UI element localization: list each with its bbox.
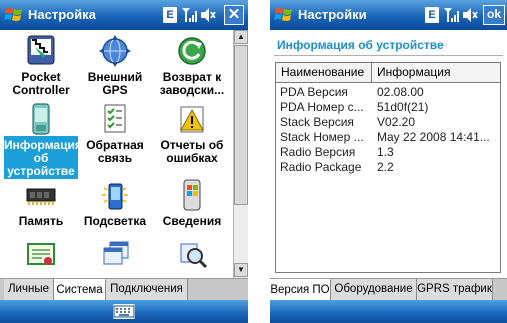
- edge-network-indicator[interactable]: E: [425, 7, 439, 23]
- cell-value: May 22 2008 14:41...: [377, 130, 490, 144]
- column-header-info[interactable]: Информация: [372, 63, 500, 82]
- table-row[interactable]: Stack Версия V02.20: [276, 115, 500, 130]
- memory-chip-icon: [26, 188, 56, 205]
- info-tabs: Версия ПО Оборудование GPRS трафик: [270, 278, 507, 300]
- grid-item-about[interactable]: Сведения: [155, 178, 229, 229]
- cell-value: 02.08.00: [377, 85, 424, 99]
- cell-name: Stack Номер ...: [280, 130, 364, 144]
- tab-gprs-traffic[interactable]: GPRS трафик: [417, 279, 493, 300]
- title-bar: Настройка E ✕: [0, 0, 248, 30]
- grid-item-memory[interactable]: Память: [4, 178, 78, 229]
- grid-item-label: Pocket Controller: [12, 70, 70, 97]
- tab-personal[interactable]: Личные: [4, 279, 54, 300]
- windows-start-icon[interactable]: [274, 5, 294, 25]
- grid-item-device-info[interactable]: Информация об устройстве: [4, 102, 82, 179]
- windows-start-icon[interactable]: [4, 5, 24, 25]
- grid-item-label: Обратная связь: [86, 138, 144, 165]
- volume-icon[interactable]: [462, 7, 478, 23]
- tab-hardware[interactable]: Оборудование: [331, 279, 417, 300]
- cell-value: 2.2: [377, 160, 394, 174]
- factory-reset-icon: [178, 37, 206, 65]
- signal-strength-icon[interactable]: [443, 7, 459, 23]
- grid-item-backlight[interactable]: Подсветка: [78, 178, 152, 229]
- backlight-icon: [102, 183, 128, 210]
- grid-item-search[interactable]: [155, 238, 229, 276]
- window-title: Настройка: [28, 7, 96, 22]
- tab-connections[interactable]: Подключения: [106, 279, 188, 300]
- about-windows-icon: [183, 179, 201, 211]
- grid-item-label: Возврат к заводски...: [159, 70, 225, 97]
- scroll-up-button[interactable]: ▲: [234, 30, 248, 44]
- grid-item-label: Подсветка: [83, 214, 147, 228]
- scroll-down-button[interactable]: ▼: [234, 263, 248, 277]
- grid-item-external-gps[interactable]: Внешний GPS: [78, 34, 152, 98]
- cell-name: Radio Package: [280, 160, 362, 174]
- pocket-controller-icon: [27, 35, 55, 65]
- volume-icon[interactable]: [200, 7, 216, 23]
- scroll-thumb[interactable]: [234, 45, 248, 205]
- vertical-scrollbar[interactable]: ▲ ▼: [233, 30, 248, 278]
- grid-item-feedback[interactable]: Обратная связь: [78, 102, 152, 166]
- grid-item-label: Информация об устройстве: [4, 138, 82, 178]
- gps-globe-icon: [99, 35, 131, 67]
- device-info-icon: [24, 102, 58, 136]
- grid-item-windows[interactable]: [78, 238, 152, 276]
- cell-name: Radio Версия: [280, 145, 356, 159]
- signal-strength-icon[interactable]: [181, 7, 197, 23]
- grid-item-pocket-controller[interactable]: Pocket Controller: [4, 34, 78, 98]
- cell-name: PDA Номер с...: [280, 100, 364, 114]
- heading-divider: [274, 55, 503, 56]
- cell-name: Stack Версия: [280, 115, 354, 129]
- cell-value: V02.20: [377, 115, 416, 129]
- edge-network-indicator[interactable]: E: [163, 7, 177, 23]
- feedback-checklist-icon: [104, 104, 126, 133]
- certificate-icon: [27, 243, 55, 265]
- window-title: Настройки: [298, 7, 367, 22]
- keyboard-icon[interactable]: [113, 304, 135, 319]
- category-tabs: Личные Система Подключения: [0, 278, 248, 300]
- error-report-icon: [180, 106, 204, 133]
- ok-button[interactable]: ok: [483, 5, 505, 25]
- device-info-list[interactable]: Наименование Информация PDA Версия 02.08…: [275, 62, 501, 273]
- table-row[interactable]: Radio Package 2.2: [276, 160, 500, 175]
- grid-item-label: Внешний GPS: [87, 70, 143, 97]
- search-magnifier-icon: [180, 243, 208, 269]
- table-row[interactable]: PDA Версия 02.08.00: [276, 85, 500, 100]
- tab-system[interactable]: Система: [54, 279, 106, 300]
- soft-key-menu-bar: [270, 300, 507, 323]
- windows-stack-icon: [103, 241, 129, 265]
- grid-item-certificates[interactable]: [4, 238, 78, 276]
- settings-icon-grid: Pocket Controller Внешний GPS Возврат к …: [0, 30, 233, 278]
- close-button[interactable]: ✕: [224, 5, 244, 25]
- table-row[interactable]: Radio Версия 1.3: [276, 145, 500, 160]
- soft-key-menu-bar: [0, 300, 248, 323]
- grid-item-factory-reset[interactable]: Возврат к заводски...: [155, 34, 229, 98]
- grid-item-label: Память: [18, 214, 64, 228]
- table-row[interactable]: Stack Номер ... May 22 2008 14:41...: [276, 130, 500, 145]
- grid-item-error-reports[interactable]: Отчеты об ошибках: [155, 102, 229, 166]
- cell-name: PDA Версия: [280, 85, 348, 99]
- tab-software-version[interactable]: Версия ПО: [270, 279, 331, 300]
- list-header: Наименование Информация: [276, 63, 500, 83]
- cell-value: 51d0f(21): [377, 100, 429, 114]
- title-bar: Настройки E ok: [270, 0, 507, 30]
- device-info-screen: Настройки E ok Информация об устройстве …: [270, 0, 507, 323]
- page-title: Информация об устройстве: [277, 38, 444, 52]
- cell-value: 1.3: [377, 145, 394, 159]
- table-row[interactable]: PDA Номер с... 51d0f(21): [276, 100, 500, 115]
- settings-screen: Настройка E ✕ Pocket Controller Внешний …: [0, 0, 248, 323]
- column-header-name[interactable]: Наименование: [276, 63, 372, 82]
- grid-item-label: Отчеты об ошибках: [160, 138, 224, 165]
- grid-item-label: Сведения: [162, 214, 222, 228]
